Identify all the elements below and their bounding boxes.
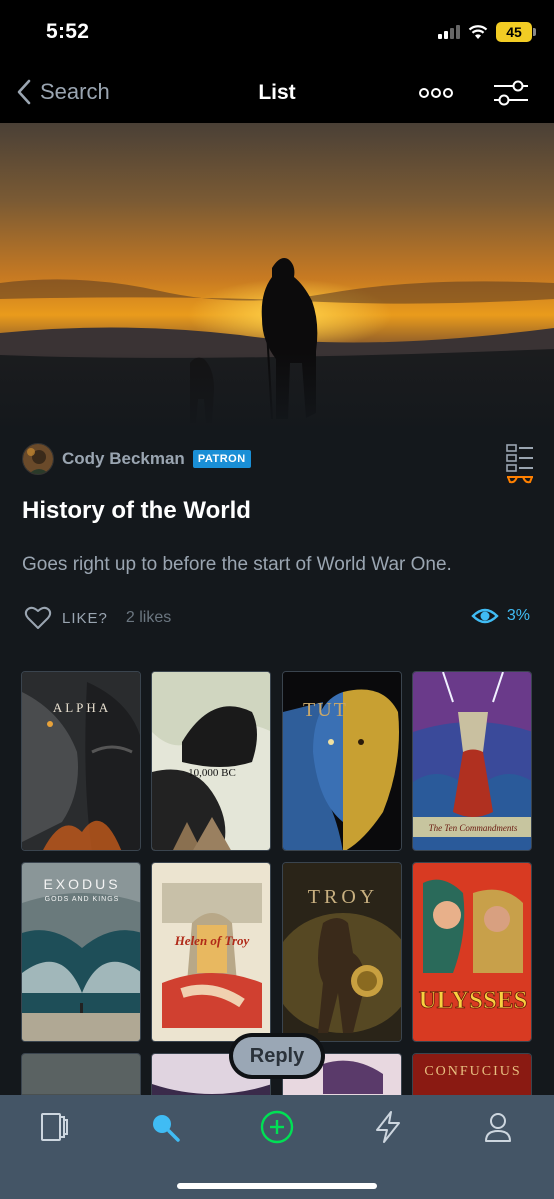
poster-10000-bc[interactable]: 10,000 BC bbox=[151, 671, 271, 851]
tab-films[interactable] bbox=[36, 1109, 72, 1145]
author-name[interactable]: Cody Beckman bbox=[62, 449, 185, 469]
back-button[interactable]: Search bbox=[16, 78, 110, 106]
tab-add[interactable] bbox=[259, 1109, 295, 1145]
page-title: List bbox=[258, 81, 296, 104]
poster-title-ulysses: ULYSSES bbox=[419, 987, 528, 1014]
poster-subtitle-exodus: GODS AND KINGS bbox=[45, 896, 120, 903]
filter-sliders-icon[interactable] bbox=[492, 78, 530, 108]
list-description: Goes right up to before the start of Wor… bbox=[22, 554, 452, 575]
poster-ulysses[interactable]: ULYSSES bbox=[412, 862, 532, 1042]
poster-grid: ALPHA 10,000 BC TUT The Ten Commandments… bbox=[21, 671, 533, 1095]
battery-indicator: 45 bbox=[496, 22, 536, 42]
poster-confucius[interactable]: CONFUCIUS bbox=[412, 1053, 532, 1095]
author-row[interactable]: Cody Beckman PATRON bbox=[22, 443, 251, 475]
tab-search[interactable] bbox=[147, 1109, 183, 1145]
patron-badge: PATRON bbox=[192, 450, 251, 468]
poster-title-troy: TROY bbox=[308, 886, 378, 908]
poster-title-10000-bc: 10,000 BC bbox=[188, 767, 236, 779]
avatar[interactable] bbox=[22, 443, 54, 475]
like-row: LIKE? 2 likes bbox=[24, 605, 171, 631]
tab-bar bbox=[0, 1095, 554, 1199]
status-time: 5:52 bbox=[46, 20, 90, 43]
heart-icon[interactable] bbox=[24, 605, 52, 631]
list-view-glasses-icon[interactable] bbox=[505, 443, 535, 485]
poster-tut[interactable]: TUT bbox=[282, 671, 402, 851]
eye-icon bbox=[471, 608, 499, 624]
home-indicator bbox=[177, 1183, 377, 1189]
films-icon bbox=[41, 1113, 68, 1141]
poster-title-ten-commandments: The Ten Commandments bbox=[429, 823, 518, 833]
back-label: Search bbox=[40, 79, 110, 104]
likes-count[interactable]: 2 likes bbox=[126, 609, 171, 627]
poster-title-tut: TUT bbox=[303, 699, 348, 721]
like-button[interactable]: LIKE? bbox=[62, 610, 108, 627]
cellular-signal-icon bbox=[438, 25, 460, 39]
poster-alpha[interactable]: ALPHA bbox=[21, 671, 141, 851]
status-bar: 5:52 45 bbox=[0, 0, 554, 66]
reply-label: Reply bbox=[233, 1037, 321, 1075]
wifi-icon bbox=[468, 24, 488, 39]
add-icon bbox=[260, 1110, 294, 1144]
poster-troy[interactable]: TROY bbox=[282, 862, 402, 1042]
tab-activity[interactable] bbox=[370, 1109, 406, 1145]
poster-row3-1[interactable] bbox=[21, 1053, 141, 1095]
profile-icon bbox=[485, 1113, 511, 1142]
watched-indicator[interactable]: 3% bbox=[471, 606, 530, 626]
watched-percent: 3% bbox=[506, 607, 530, 624]
poster-helen-of-troy[interactable]: Helen of Troy bbox=[151, 862, 271, 1042]
chevron-left-icon bbox=[17, 79, 31, 105]
list-title: History of the World bbox=[22, 497, 251, 524]
reply-button[interactable]: Reply bbox=[229, 1033, 325, 1079]
poster-exodus[interactable]: EXODUS GODS AND KINGS bbox=[21, 862, 141, 1042]
poster-title-helen-of-troy: Helen of Troy bbox=[174, 933, 250, 948]
search-icon bbox=[153, 1115, 180, 1142]
activity-icon bbox=[376, 1111, 400, 1143]
status-icons: 45 bbox=[438, 22, 536, 42]
hero-backdrop-image bbox=[0, 123, 554, 433]
poster-title-confucius: CONFUCIUS bbox=[424, 1064, 521, 1079]
tab-profile[interactable] bbox=[480, 1109, 516, 1145]
more-options-icon[interactable] bbox=[418, 83, 454, 103]
poster-title-alpha: ALPHA bbox=[53, 700, 111, 715]
poster-ten-commandments[interactable]: The Ten Commandments bbox=[412, 671, 532, 851]
nav-bar: Search List bbox=[0, 66, 554, 123]
poster-title-exodus: EXODUS bbox=[43, 876, 120, 892]
